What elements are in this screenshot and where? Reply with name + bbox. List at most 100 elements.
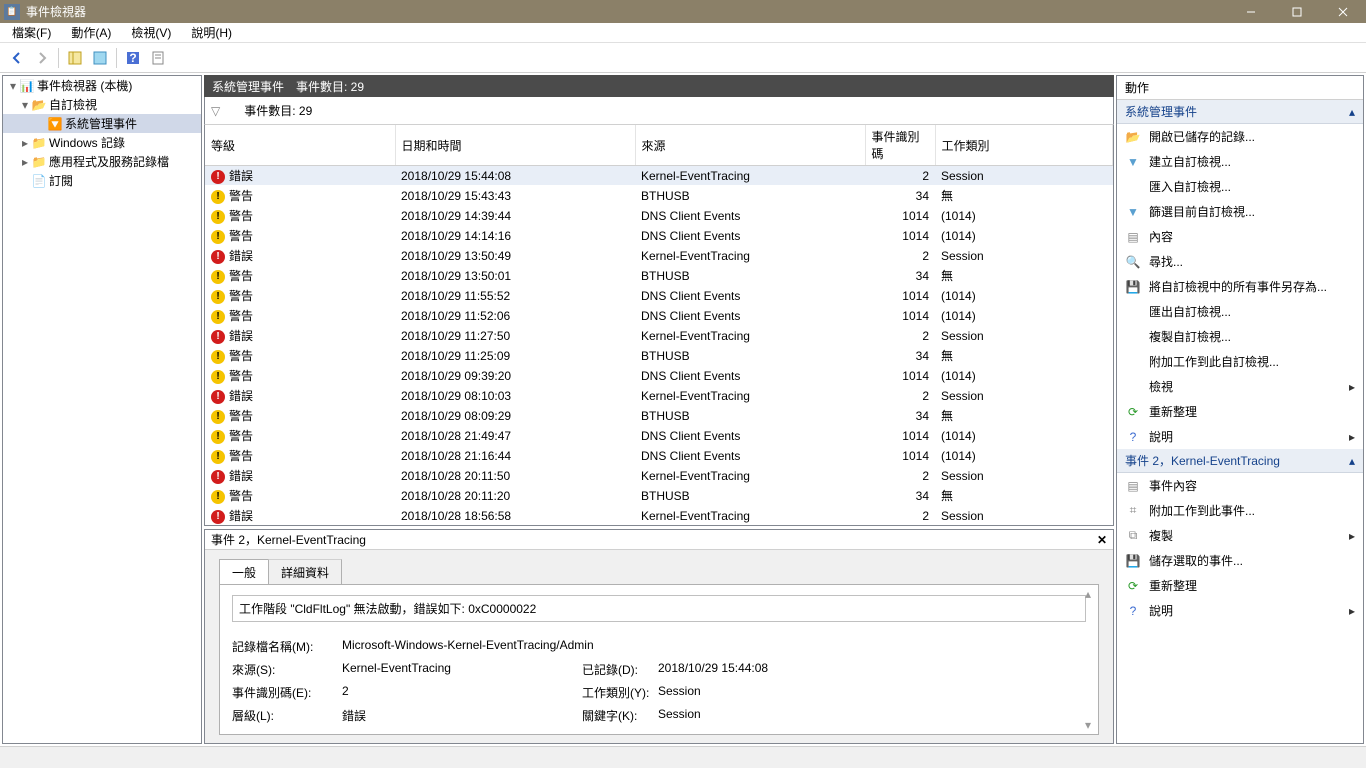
show-tree-button[interactable] — [64, 47, 86, 69]
action-item[interactable]: 檢視▸ — [1117, 374, 1363, 399]
event-grid[interactable]: 等級 日期和時間 來源 事件識別碼 工作類別 !錯誤2018/10/29 15:… — [204, 125, 1114, 526]
event-row[interactable]: !警告2018/10/29 08:09:29BTHUSB34無 — [205, 406, 1113, 426]
forward-button[interactable] — [31, 47, 53, 69]
help-button[interactable]: ? — [122, 47, 144, 69]
action-item[interactable]: ⟳重新整理 — [1117, 399, 1363, 424]
tree-pane[interactable]: ▾ 📊 事件檢視器 (本機) ▾ 📂 自訂檢視 🔽 系統管理事件 ▸ 📁 Win… — [2, 75, 202, 744]
expander-icon[interactable]: ▾ — [7, 79, 19, 93]
menu-help[interactable]: 說明(H) — [187, 22, 236, 43]
tree-windows-logs[interactable]: ▸ 📁 Windows 記錄 — [3, 133, 201, 152]
tab-details[interactable]: 詳細資料 — [268, 559, 342, 585]
event-row[interactable]: !警告2018/10/29 11:25:09BTHUSB34無 — [205, 346, 1113, 366]
level-label: 層級(L): — [232, 707, 342, 724]
action-item[interactable]: 附加工作到此自訂檢視... — [1117, 349, 1363, 374]
col-eventid[interactable]: 事件識別碼 — [865, 125, 935, 166]
action-item[interactable]: ?說明▸ — [1117, 424, 1363, 449]
warning-icon: ! — [211, 430, 225, 444]
collapse-icon[interactable]: ▴ — [1349, 454, 1355, 468]
col-datetime[interactable]: 日期和時間 — [395, 125, 635, 166]
filter-bar: ▽ 事件數目: 29 — [204, 97, 1114, 125]
expander-icon[interactable]: ▾ — [19, 98, 31, 112]
event-row[interactable]: !警告2018/10/28 20:11:20BTHUSB34無 — [205, 486, 1113, 506]
minimize-button[interactable] — [1228, 0, 1274, 23]
actions-section-2[interactable]: 事件 2，Kernel-EventTracing ▴ — [1117, 449, 1363, 473]
event-row[interactable]: !錯誤2018/10/29 08:10:03Kernel-EventTracin… — [205, 386, 1113, 406]
event-row[interactable]: !警告2018/10/29 09:39:20DNS Client Events1… — [205, 366, 1113, 386]
properties-button[interactable] — [147, 47, 169, 69]
action-item[interactable]: ▤內容 — [1117, 224, 1363, 249]
action-item[interactable]: 複製自訂檢視... — [1117, 324, 1363, 349]
submenu-arrow-icon: ▸ — [1349, 529, 1355, 543]
expander-icon[interactable]: ▸ — [19, 136, 31, 150]
action-item[interactable]: ?說明▸ — [1117, 598, 1363, 623]
event-row[interactable]: !警告2018/10/28 21:16:44DNS Client Events1… — [205, 446, 1113, 466]
action-item[interactable]: ▤事件內容 — [1117, 473, 1363, 498]
warning-icon: ! — [211, 410, 225, 424]
action-label: 附加工作到此事件... — [1149, 502, 1255, 519]
warning-icon: ! — [211, 310, 225, 324]
action-item[interactable]: 匯入自訂檢視... — [1117, 174, 1363, 199]
logged-label: 已記錄(D): — [582, 661, 658, 678]
collapse-icon[interactable]: ▴ — [1349, 105, 1355, 119]
event-row[interactable]: !警告2018/10/29 11:52:06DNS Client Events1… — [205, 306, 1113, 326]
event-row[interactable]: !警告2018/10/29 14:39:44DNS Client Events1… — [205, 206, 1113, 226]
tree-admin-events[interactable]: 🔽 系統管理事件 — [3, 114, 201, 133]
actions-section-1[interactable]: 系統管理事件 ▴ — [1117, 100, 1363, 124]
options-button[interactable] — [89, 47, 111, 69]
props-icon: ▤ — [1125, 229, 1141, 245]
action-item[interactable]: 💾儲存選取的事件... — [1117, 548, 1363, 573]
tree-root[interactable]: ▾ 📊 事件檢視器 (本機) — [3, 76, 201, 95]
scroll-up-icon[interactable]: ▴ — [1085, 587, 1091, 601]
logname-value: Microsoft-Windows-Kernel-EventTracing/Ad… — [342, 638, 594, 655]
action-label: 建立自訂檢視... — [1149, 153, 1231, 170]
event-row[interactable]: !警告2018/10/28 21:49:47DNS Client Events1… — [205, 426, 1113, 446]
close-detail-button[interactable]: ✕ — [1097, 533, 1107, 547]
menu-view[interactable]: 檢視(V) — [127, 22, 175, 43]
action-item[interactable]: 匯出自訂檢視... — [1117, 299, 1363, 324]
event-row[interactable]: !錯誤2018/10/28 20:11:50Kernel-EventTracin… — [205, 466, 1113, 486]
tree-app-logs[interactable]: ▸ 📁 應用程式及服務記錄檔 — [3, 152, 201, 171]
expander-icon[interactable]: ▸ — [19, 155, 31, 169]
tree-label: Windows 記錄 — [49, 134, 125, 151]
action-item[interactable]: ⌗附加工作到此事件... — [1117, 498, 1363, 523]
action-label: 尋找... — [1149, 253, 1183, 270]
tab-general[interactable]: 一般 — [219, 559, 269, 585]
action-item[interactable]: 📂開啟已儲存的記錄... — [1117, 124, 1363, 149]
event-row[interactable]: !錯誤2018/10/28 18:56:58Kernel-EventTracin… — [205, 506, 1113, 526]
scroll-down-icon[interactable]: ▾ — [1085, 718, 1091, 732]
grid-header-row[interactable]: 等級 日期和時間 來源 事件識別碼 工作類別 — [205, 125, 1113, 166]
action-item[interactable]: ⧉複製▸ — [1117, 523, 1363, 548]
blank-icon — [1125, 304, 1141, 320]
action-item[interactable]: ▼建立自訂檢視... — [1117, 149, 1363, 174]
event-row[interactable]: !錯誤2018/10/29 11:27:50Kernel-EventTracin… — [205, 326, 1113, 346]
action-item[interactable]: ▼篩選目前自訂檢視... — [1117, 199, 1363, 224]
action-item[interactable]: 🔍尋找... — [1117, 249, 1363, 274]
warning-icon: ! — [211, 350, 225, 364]
tree-label: 事件檢視器 (本機) — [37, 77, 132, 94]
maximize-button[interactable] — [1274, 0, 1320, 23]
menu-action[interactable]: 動作(A) — [67, 22, 115, 43]
detail-title: 事件 2，Kernel-EventTracing — [211, 531, 366, 548]
event-row[interactable]: !警告2018/10/29 15:43:43BTHUSB34無 — [205, 186, 1113, 206]
event-row[interactable]: !警告2018/10/28 18:56:34BTHUSB34無 — [205, 526, 1113, 527]
tree-subscriptions[interactable]: 📄 訂閱 — [3, 171, 201, 190]
col-level[interactable]: 等級 — [205, 125, 395, 166]
tree-custom-views[interactable]: ▾ 📂 自訂檢視 — [3, 95, 201, 114]
action-item[interactable]: 💾將自訂檢視中的所有事件另存為... — [1117, 274, 1363, 299]
error-icon: ! — [211, 470, 225, 484]
funnel-icon[interactable]: ▽ — [211, 104, 220, 118]
blank-icon — [1125, 179, 1141, 195]
event-row[interactable]: !警告2018/10/29 11:55:52DNS Client Events1… — [205, 286, 1113, 306]
eventviewer-icon: 📊 — [19, 78, 35, 94]
col-category[interactable]: 工作類別 — [935, 125, 1113, 166]
event-row[interactable]: !警告2018/10/29 14:14:16DNS Client Events1… — [205, 226, 1113, 246]
back-button[interactable] — [6, 47, 28, 69]
menu-file[interactable]: 檔案(F) — [8, 22, 55, 43]
col-source[interactable]: 來源 — [635, 125, 865, 166]
close-button[interactable] — [1320, 0, 1366, 23]
event-row[interactable]: !錯誤2018/10/29 13:50:49Kernel-EventTracin… — [205, 246, 1113, 266]
event-row[interactable]: !警告2018/10/29 13:50:01BTHUSB34無 — [205, 266, 1113, 286]
tree-label: 應用程式及服務記錄檔 — [49, 153, 169, 170]
event-row[interactable]: !錯誤2018/10/29 15:44:08Kernel-EventTracin… — [205, 166, 1113, 186]
action-item[interactable]: ⟳重新整理 — [1117, 573, 1363, 598]
